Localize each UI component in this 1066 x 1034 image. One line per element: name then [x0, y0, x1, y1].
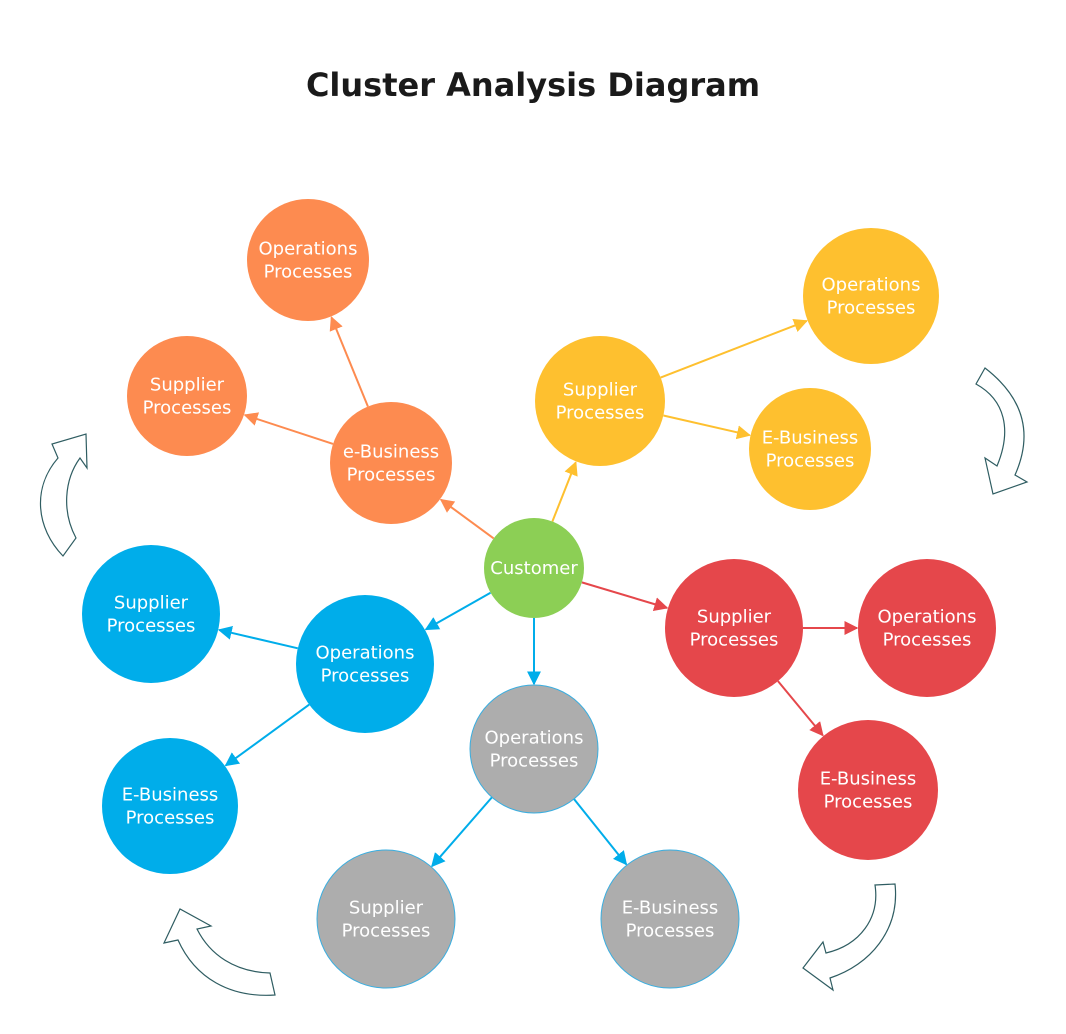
- node-label-line: Operations: [822, 275, 921, 296]
- node-label-line: Operations: [878, 607, 977, 628]
- node-label-line: Processes: [342, 921, 431, 942]
- node-label-line: Processes: [490, 751, 579, 772]
- edge-customer-to-red-supplier: [581, 581, 669, 611]
- node-orange-operations[interactable]: Operations Processes: [247, 199, 369, 321]
- node-label-line: Processes: [766, 451, 855, 472]
- node-label-line: Customer: [490, 558, 578, 579]
- node-circle: [665, 559, 803, 697]
- node-circle: [798, 720, 938, 860]
- edge-gray-operations-to-gray-ebusiness: [573, 798, 628, 866]
- node-gray-supplier[interactable]: Supplier Processes: [316, 849, 456, 989]
- edge-blue-operations-to-blue-supplier: [217, 625, 299, 650]
- node-customer[interactable]: Customer: [484, 518, 584, 618]
- node-red-ebusiness[interactable]: E-Business Processes: [798, 720, 938, 860]
- node-red-operations[interactable]: Operations Processes: [858, 559, 996, 697]
- node-label-line: Operations: [485, 728, 584, 749]
- node-circle: [535, 336, 665, 466]
- cycle-arrow-bottom-right-icon: [802, 883, 897, 992]
- edge-customer-to-blue-operations: [424, 591, 492, 631]
- node-circle: [749, 388, 871, 510]
- cycle-arrow-bottom-left-icon: [162, 908, 276, 996]
- node-label-line: Supplier: [697, 607, 772, 628]
- node-circle: [858, 559, 996, 697]
- node-label-line: Processes: [883, 630, 972, 651]
- node-label-line: E-Business: [622, 898, 719, 919]
- cycle-arrow-top-left-icon: [39, 433, 88, 557]
- node-red-supplier[interactable]: Supplier Processes: [665, 559, 803, 697]
- node-label-line: Processes: [126, 808, 215, 829]
- node-yellow-ebusiness[interactable]: E-Business Processes: [749, 388, 871, 510]
- node-label-line: Operations: [316, 643, 415, 664]
- nodes: Customere-Business ProcessesOperations Pro…: [82, 199, 996, 989]
- node-circle: [316, 849, 456, 989]
- node-yellow-operations[interactable]: Operations Processes: [803, 228, 939, 364]
- node-circle: [82, 545, 220, 683]
- node-label-line: Processes: [264, 262, 353, 283]
- node-orange-ebusiness[interactable]: e-Business Processes: [330, 402, 452, 524]
- node-blue-ebusiness[interactable]: E-Business Processes: [102, 738, 238, 874]
- node-circle: [296, 595, 434, 733]
- node-label: Customer: [490, 558, 578, 579]
- edge-yellow-supplier-to-yellow-operations: [660, 318, 808, 379]
- node-circle: [600, 849, 740, 989]
- node-label-line: e-Business: [343, 442, 439, 463]
- node-label-line: Processes: [827, 298, 916, 319]
- edge-customer-to-yellow-supplier: [551, 461, 578, 522]
- node-gray-operations[interactable]: Operations Processes: [469, 684, 599, 814]
- node-label-line: Processes: [626, 921, 715, 942]
- node-label-line: E-Business: [122, 785, 219, 806]
- edge-orange-ebusiness-to-orange-supplier: [243, 412, 334, 445]
- edge-orange-ebusiness-to-orange-operations: [329, 316, 369, 407]
- node-circle: [469, 684, 599, 814]
- node-circle: [127, 336, 247, 456]
- node-gray-ebusiness[interactable]: E-Business Processes: [600, 849, 740, 989]
- node-label-line: Processes: [556, 403, 645, 424]
- node-label-line: Processes: [143, 398, 232, 419]
- node-circle: [330, 402, 452, 524]
- node-label-line: Supplier: [349, 898, 424, 919]
- node-label-line: Supplier: [150, 375, 225, 396]
- edge-gray-operations-to-gray-supplier: [431, 796, 493, 868]
- node-blue-supplier[interactable]: Supplier Processes: [82, 545, 220, 683]
- node-label-line: Processes: [824, 792, 913, 813]
- node-label-line: Processes: [347, 465, 436, 486]
- node-circle: [102, 738, 238, 874]
- edge-customer-to-orange-ebusiness: [439, 498, 495, 540]
- node-label-line: Supplier: [114, 593, 189, 614]
- node-circle: [803, 228, 939, 364]
- node-label-line: Supplier: [563, 380, 638, 401]
- node-label-line: Operations: [259, 239, 358, 260]
- node-label-line: Processes: [321, 666, 410, 687]
- node-label-line: Processes: [690, 630, 779, 651]
- node-orange-supplier[interactable]: Supplier Processes: [127, 336, 247, 456]
- node-label-line: E-Business: [820, 769, 917, 790]
- node-circle: [247, 199, 369, 321]
- edge-yellow-supplier-to-yellow-ebusiness: [663, 414, 751, 440]
- node-blue-operations[interactable]: Operations Processes: [296, 595, 434, 733]
- node-label-line: E-Business: [762, 428, 859, 449]
- cycle-arrow-top-right-icon: [975, 367, 1029, 495]
- node-label-line: Processes: [107, 616, 196, 637]
- edge-blue-operations-to-blue-ebusiness: [224, 703, 310, 767]
- edge-red-supplier-to-red-ebusiness: [777, 680, 824, 737]
- node-yellow-supplier[interactable]: Supplier Processes: [535, 336, 665, 466]
- cluster-diagram: Customere-Business ProcessesOperations Pro…: [39, 199, 1029, 996]
